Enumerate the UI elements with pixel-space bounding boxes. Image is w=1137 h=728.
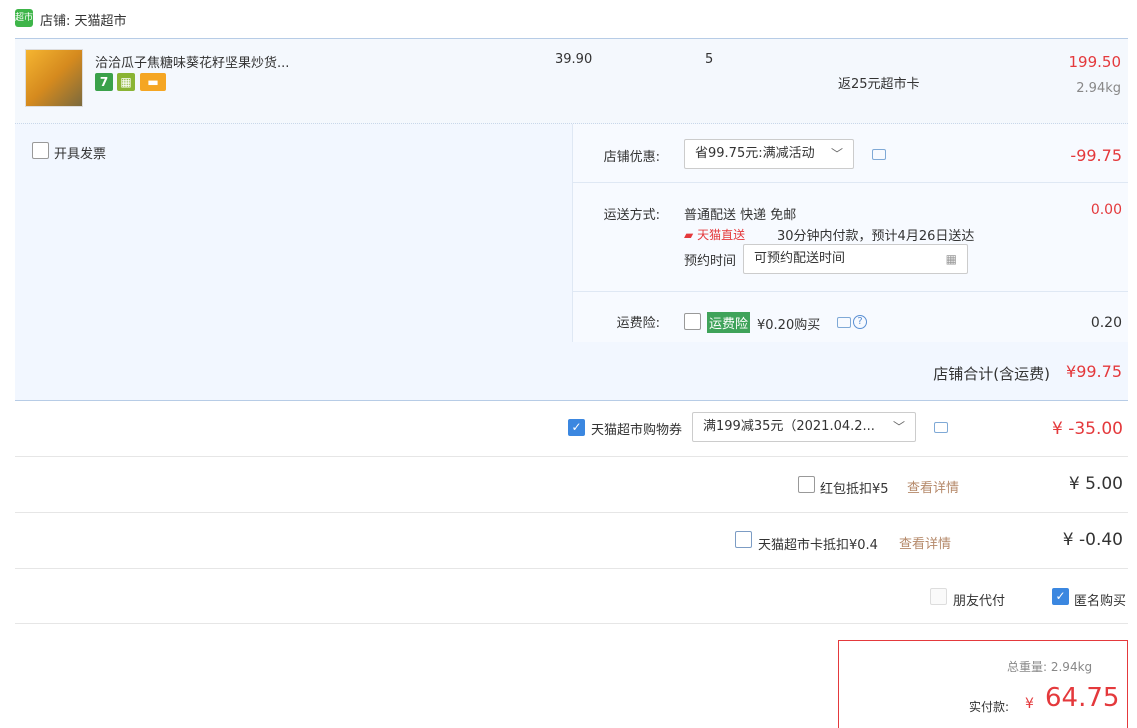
schedule-placeholder: 可预约配送时间	[754, 251, 846, 266]
message-icon[interactable]	[837, 317, 851, 328]
delivery-estimate: 30分钟内付款，预计4月26日送达	[777, 229, 975, 244]
message-icon[interactable]	[872, 149, 886, 160]
coupon-label: 天猫超市购物券	[591, 423, 683, 438]
shop-header: 超市 店铺: 天猫超市	[0, 0, 1137, 38]
tmall-cat-icon: ▰	[684, 228, 694, 242]
pay-label: 实付款:	[969, 700, 1010, 714]
cashback-note: 返25元超市卡	[838, 77, 920, 92]
calendar-icon: ▦	[945, 252, 957, 266]
tmall-direct-text: 天猫直送	[697, 228, 746, 242]
quantity: 5	[705, 52, 714, 67]
insurance-label: 运费险:	[616, 316, 660, 331]
shop-total-label: 店铺合计(含运费)	[933, 365, 1050, 383]
shipping-method: 普通配送 快递 免邮	[684, 208, 797, 223]
supercard-amount: ¥ -0.40	[1062, 530, 1123, 550]
chevron-down-icon: ﹀	[830, 147, 843, 161]
divider	[572, 291, 1128, 292]
shop-settings-block: 开具发票 店铺优惠: 省99.75元:满减活动 ﹀ -99.75 运送方式: 普…	[15, 124, 1128, 401]
item-subtotal: 199.50	[1068, 53, 1122, 71]
divider	[572, 182, 1128, 183]
unit-price: 39.90	[555, 52, 593, 67]
coupon-value: 满199减35元（2021.04.2...	[703, 419, 875, 434]
insurance-tag: 运费险	[707, 312, 751, 333]
redpacket-checkbox[interactable]	[798, 476, 815, 493]
divider	[15, 568, 1128, 569]
shop-name[interactable]: 店铺: 天猫超市	[40, 10, 127, 29]
pay-currency: ¥	[1025, 696, 1034, 712]
product-title[interactable]: 洽洽瓜子焦糖味葵花籽坚果炒货...	[95, 52, 289, 71]
friend-pay-checkbox[interactable]	[930, 588, 947, 605]
coupon-checkbox[interactable]: ✓	[568, 419, 585, 436]
product-row: 洽洽瓜子焦糖味葵花籽坚果炒货... 7 ▦ ▬ 39.90 5 返25元超市卡 …	[15, 38, 1128, 124]
seven-day-return-icon: 7	[95, 73, 113, 91]
schedule-time-input[interactable]: 可预约配送时间 ▦	[743, 244, 968, 274]
anonymous-label: 匿名购买	[1074, 594, 1127, 609]
schedule-label: 预约时间	[684, 254, 737, 269]
insurance-amount: 0.20	[1090, 315, 1122, 331]
help-icon[interactable]: ?	[853, 315, 867, 329]
guarantee-icon: ▦	[117, 73, 135, 91]
tmall-direct-tag: ▰ 天猫直送	[684, 226, 745, 243]
product-thumbnail[interactable]	[25, 49, 83, 107]
shop-discount-amount: -99.75	[1070, 146, 1122, 165]
redpacket-amount: ¥ 5.00	[1068, 474, 1123, 494]
insurance-price: ¥0.20购买	[757, 318, 821, 333]
pay-amount: 64.75	[1045, 683, 1120, 713]
item-weight: 2.94kg	[1076, 81, 1121, 96]
shop-discount-value: 省99.75元:满减活动	[695, 146, 815, 161]
supercard-label: 天猫超市卡抵扣¥0.4	[758, 538, 878, 553]
payment-summary-box: 总重量: 2.94kg 实付款: ¥ 64.75	[838, 640, 1128, 728]
invoice-label: 开具发票	[54, 147, 107, 162]
divider	[15, 623, 1128, 624]
divider	[15, 512, 1128, 513]
supermarket-logo-icon: 超市	[15, 9, 33, 27]
total-weight: 总重量: 2.94kg	[1007, 660, 1093, 674]
coupon-amount: ¥ -35.00	[1051, 419, 1123, 439]
redpacket-label: 红包抵扣¥5	[820, 482, 889, 497]
chevron-down-icon: ﹀	[892, 420, 905, 434]
friend-pay-label: 朋友代付	[953, 594, 1006, 609]
coupon-select[interactable]: 满199减35元（2021.04.2... ﹀	[692, 412, 916, 442]
shop-total-amount: ¥99.75	[1066, 362, 1122, 381]
anonymous-checkbox[interactable]: ✓	[1052, 588, 1069, 605]
redpacket-details-link[interactable]: 查看详情	[907, 477, 959, 496]
shop-discount-select[interactable]: 省99.75元:满减活动 ﹀	[684, 139, 854, 169]
shipping-label: 运送方式:	[603, 208, 660, 223]
shop-discount-label: 店铺优惠:	[603, 150, 660, 165]
shipping-amount: 0.00	[1090, 202, 1122, 218]
supercard-details-link[interactable]: 查看详情	[899, 533, 951, 552]
supercard-checkbox[interactable]	[735, 531, 752, 548]
card-payment-icon: ▬	[140, 73, 166, 91]
divider	[15, 456, 1128, 457]
invoice-checkbox[interactable]	[32, 142, 49, 159]
insurance-checkbox[interactable]	[684, 313, 701, 330]
message-icon[interactable]	[934, 422, 948, 433]
